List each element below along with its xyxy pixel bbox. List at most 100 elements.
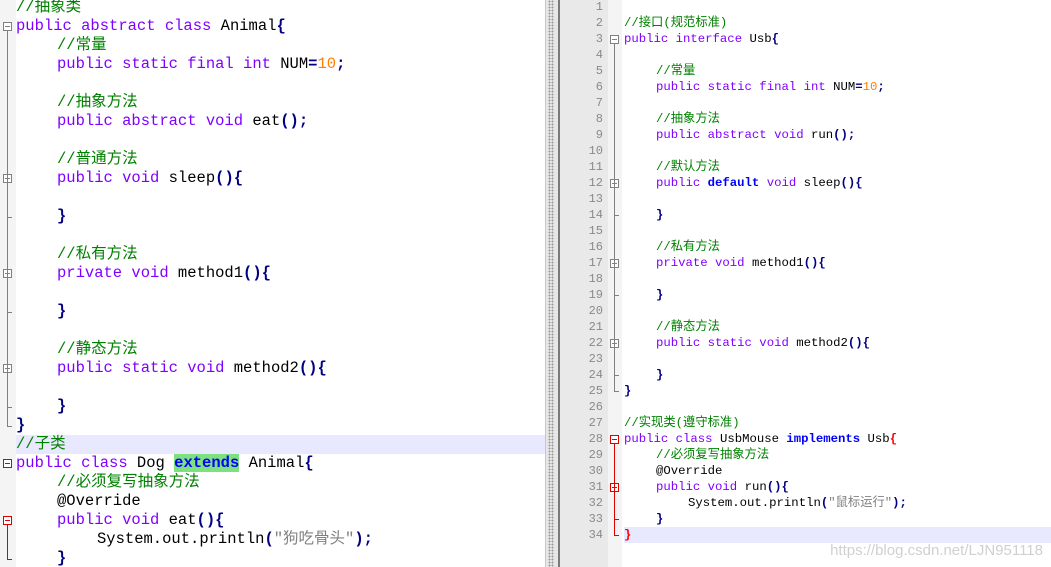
code-line[interactable]: private void method1(){	[16, 264, 545, 283]
code-line[interactable]: System.out.println("鼠标运行");	[624, 495, 1051, 511]
code-line[interactable]	[16, 321, 545, 340]
code-line[interactable]: //私有方法	[624, 239, 1051, 255]
code-line[interactable]: public default void sleep(){	[624, 175, 1051, 191]
code-line[interactable]	[624, 47, 1051, 63]
code-token: public void	[57, 169, 169, 187]
code-line[interactable]: }	[16, 397, 545, 416]
code-line[interactable]: }	[16, 207, 545, 226]
code-line[interactable]	[16, 378, 545, 397]
code-line[interactable]: public static void method2(){	[16, 359, 545, 378]
code-token: @Override	[656, 464, 723, 478]
code-line[interactable]: }	[624, 383, 1051, 399]
code-token: }	[57, 207, 67, 225]
code-line[interactable]	[624, 223, 1051, 239]
code-line[interactable]: System.out.println("狗吃骨头");	[16, 530, 545, 549]
code-area[interactable]: //接口(规范标准) public interface Usb{//常量 publi…	[624, 0, 1051, 543]
line-number: 12	[588, 176, 603, 190]
code-line[interactable]	[624, 0, 1051, 15]
code-line[interactable]: }	[624, 207, 1051, 223]
right-editor-pane[interactable]: 1 2 3 4 5 6 7 8 9 10 11 12 13 14 15 16 17 18 19 20 21 22 23 24 2…	[560, 0, 1051, 567]
code-line[interactable]: //抽象方法	[16, 93, 545, 112]
code-token: //常量	[57, 36, 107, 54]
code-line[interactable]: //必须复写抽象方法	[16, 473, 545, 492]
code-line[interactable]: }	[624, 287, 1051, 303]
code-line[interactable]	[624, 303, 1051, 319]
code-line[interactable]: @Override	[624, 463, 1051, 479]
divider-grip[interactable]	[548, 0, 554, 567]
line-number: 26	[588, 400, 603, 414]
code-token: public static void	[656, 336, 797, 350]
code-line[interactable]	[624, 191, 1051, 207]
code-token: "狗吃骨头"	[273, 530, 355, 548]
line-number: 14	[588, 208, 603, 222]
code-line[interactable]	[16, 131, 545, 150]
code-line[interactable]	[624, 143, 1051, 159]
code-token: method2	[233, 359, 299, 377]
code-line[interactable]	[624, 351, 1051, 367]
code-line[interactable]: //常量	[624, 63, 1051, 79]
code-line[interactable]: //静态方法	[624, 319, 1051, 335]
code-line[interactable]: //常量	[16, 36, 545, 55]
code-token: (){	[803, 256, 826, 270]
code-line[interactable]: //静态方法	[16, 340, 545, 359]
code-line[interactable]: //默认方法	[624, 159, 1051, 175]
line-number: 6	[595, 80, 603, 94]
code-line[interactable]	[16, 283, 545, 302]
code-token: public class	[16, 454, 137, 472]
code-line[interactable]: }	[624, 367, 1051, 383]
code-token: {	[304, 454, 314, 472]
left-editor-pane[interactable]: //抽象类 public abstract class Animal{//常量 pu…	[0, 0, 545, 567]
line-number: 8	[595, 112, 603, 126]
code-token: ;	[877, 80, 885, 94]
code-line[interactable]: public abstract void eat();	[16, 112, 545, 131]
line-number: 4	[595, 48, 603, 62]
code-token: Dog	[136, 454, 175, 472]
code-line[interactable]: //实现类(遵守标准)	[624, 415, 1051, 431]
code-line[interactable]: //子类	[16, 435, 545, 454]
code-line[interactable]: //普通方法	[16, 150, 545, 169]
code-line[interactable]	[624, 271, 1051, 287]
code-line[interactable]: public void eat(){	[16, 511, 545, 530]
code-token: (){	[840, 176, 863, 190]
code-line[interactable]: //必须复写抽象方法	[624, 447, 1051, 463]
code-line[interactable]: @Override	[16, 492, 545, 511]
split-divider[interactable]	[545, 0, 561, 567]
code-line[interactable]: }	[16, 302, 545, 321]
code-line[interactable]: //接口(规范标准)	[624, 15, 1051, 31]
code-token: }	[624, 528, 632, 542]
code-line[interactable]: }	[16, 416, 545, 435]
code-line[interactable]	[624, 399, 1051, 415]
code-line[interactable]: //私有方法	[16, 245, 545, 264]
code-line[interactable]: public void run(){	[624, 479, 1051, 495]
code-line[interactable]	[16, 74, 545, 93]
code-line[interactable]: public void sleep(){	[16, 169, 545, 188]
code-token: }	[656, 368, 664, 382]
code-line[interactable]: public static final int NUM=10;	[624, 79, 1051, 95]
code-token: }	[16, 416, 26, 434]
code-line[interactable]	[16, 226, 545, 245]
code-token: ();	[280, 112, 309, 130]
code-line[interactable]: public interface Usb{	[624, 31, 1051, 47]
code-line[interactable]	[16, 188, 545, 207]
code-line[interactable]: }	[624, 527, 1051, 543]
code-line[interactable]: //抽象类	[16, 0, 545, 17]
fold-margin[interactable]	[0, 0, 16, 567]
line-number: 22	[588, 336, 603, 350]
code-line[interactable]: //抽象方法	[624, 111, 1051, 127]
code-line[interactable]: public static void method2(){	[624, 335, 1051, 351]
code-token: method1	[177, 264, 244, 282]
code-line[interactable]: public abstract class Animal{	[16, 17, 545, 36]
code-token: public static final int	[57, 55, 281, 73]
code-token: {	[771, 32, 779, 46]
code-line[interactable]: public static final int NUM=10;	[16, 55, 545, 74]
code-line[interactable]: public class Dog extends Animal{	[16, 454, 545, 473]
code-line[interactable]: }	[16, 549, 545, 567]
code-token: public abstract void	[656, 128, 811, 142]
code-line[interactable]	[624, 95, 1051, 111]
code-line[interactable]: public class UsbMouse implements Usb{	[624, 431, 1051, 447]
code-area[interactable]: //抽象类 public abstract class Animal{//常量 pu…	[16, 0, 545, 567]
line-number: 32	[588, 496, 603, 510]
code-line[interactable]: public abstract void run();	[624, 127, 1051, 143]
code-line[interactable]: private void method1(){	[624, 255, 1051, 271]
code-line[interactable]: }	[624, 511, 1051, 527]
